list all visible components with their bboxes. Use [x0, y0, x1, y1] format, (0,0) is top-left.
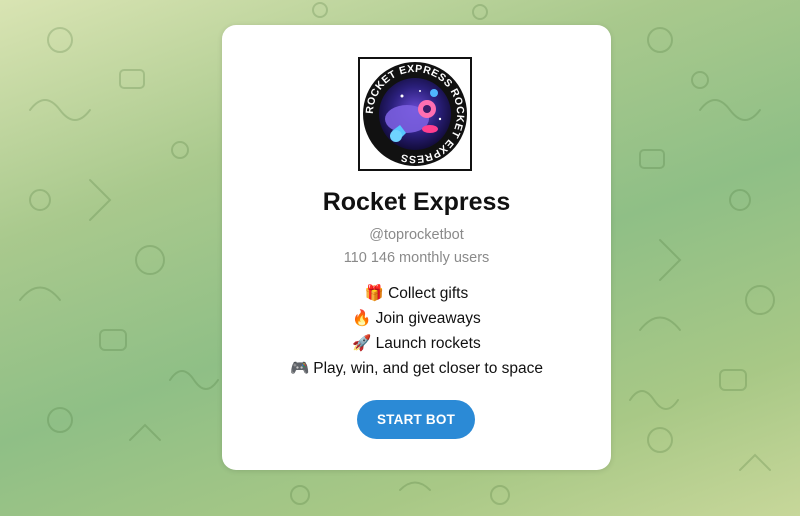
rocket-express-logo: ROCKET EXPRESS ROCKET EXPRESS [363, 62, 467, 166]
description-text: Collect gifts [388, 285, 469, 302]
gift-icon: 🎁 [364, 284, 385, 302]
description-text: Launch rockets [375, 335, 481, 352]
bot-description: 🎁 Collect gifts 🔥 Join giveaways 🚀 Launch r… [222, 281, 611, 381]
description-text: Play, win, and get closer to space [313, 360, 544, 377]
description-line-giveaways: 🔥 Join giveaways [222, 306, 611, 331]
description-line-rockets: 🚀 Launch rockets [222, 331, 611, 356]
description-line-play: 🎮 Play, win, and get closer to space [222, 356, 611, 381]
description-text: Join giveaways [375, 310, 481, 327]
monthly-users-count: 110 146 monthly users [343, 250, 490, 266]
bot-avatar: ROCKET EXPRESS ROCKET EXPRESS [358, 57, 472, 171]
gamepad-icon: 🎮 [289, 359, 310, 377]
bot-name: Rocket Express [322, 188, 511, 216]
fire-icon: 🔥 [352, 309, 372, 327]
rocket-icon: 🚀 [352, 334, 372, 352]
description-line-gifts: 🎁 Collect gifts [222, 281, 611, 306]
start-bot-button[interactable]: START BOT [357, 400, 475, 439]
bot-info-card: ROCKET EXPRESS ROCKET EXPRESS Rocket Exp… [222, 25, 611, 470]
bot-handle: @toprocketbot [369, 227, 464, 243]
